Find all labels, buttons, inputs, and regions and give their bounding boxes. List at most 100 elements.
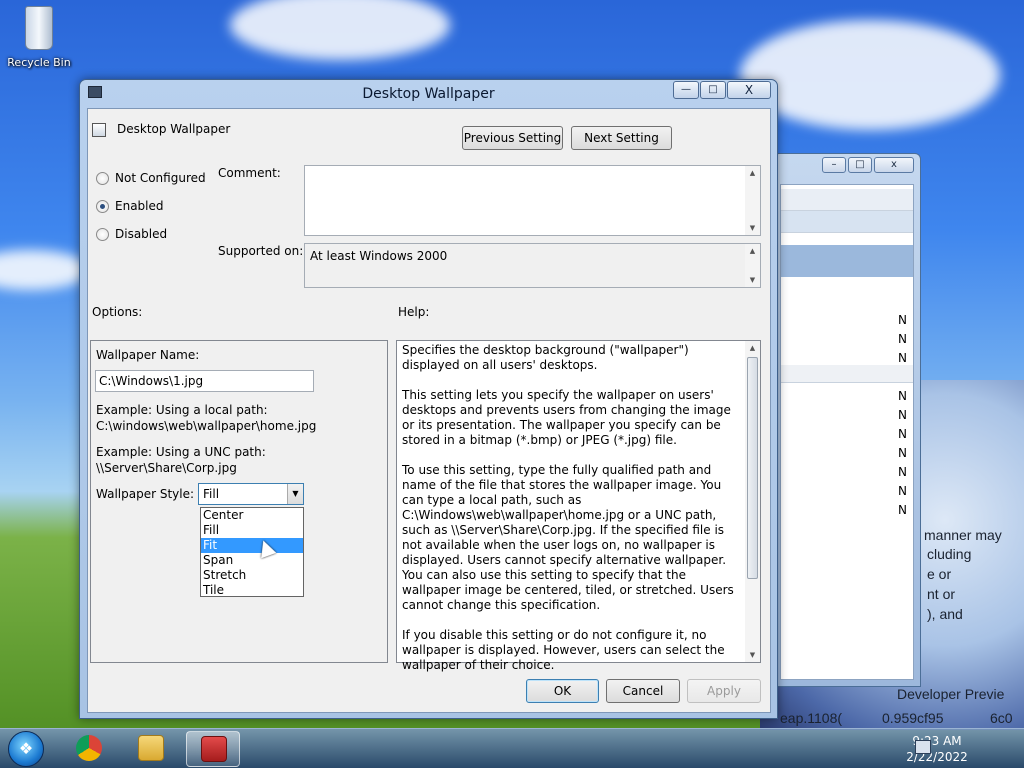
list-cell[interactable]: N	[898, 427, 907, 441]
radio-disabled[interactable]: Disabled	[96, 227, 167, 241]
scroll-down-arrow-icon[interactable]: ▼	[745, 273, 760, 287]
help-pane: Specifies the desktop background ("wallp…	[396, 340, 761, 672]
apply-button[interactable]: Apply	[687, 679, 761, 703]
folder-icon	[138, 735, 164, 761]
radio-not-configured-label: Not Configured	[115, 171, 206, 185]
supported-on-label: Supported on:	[218, 244, 304, 258]
ok-button[interactable]: OK	[526, 679, 599, 703]
comment-label: Comment:	[218, 166, 281, 180]
comment-textarea[interactable]: ▲ ▼	[304, 165, 761, 236]
wallpaper-name-value[interactable]: C:\Windows\1.jpg	[99, 374, 203, 388]
sky-cloud	[230, 0, 450, 60]
help-paragraph: If you disable this setting or do not co…	[402, 628, 725, 672]
minimize-button[interactable]: —	[673, 81, 699, 99]
taskbar-explorer-button[interactable]	[124, 731, 178, 767]
background-selected-row[interactable]	[781, 245, 913, 277]
list-cell[interactable]: N	[898, 503, 907, 517]
radio-not-configured[interactable]: Not Configured	[96, 171, 206, 185]
clock-date: 2/22/2022	[906, 750, 968, 764]
list-cell[interactable]: N	[898, 465, 907, 479]
wallpaper-text: Developer Previe	[897, 686, 1005, 702]
list-cell[interactable]: N	[898, 446, 907, 460]
list-cell[interactable]: N	[898, 313, 907, 327]
scrollbar-thumb[interactable]	[747, 357, 758, 579]
system-clock[interactable]: 9:23 AM 2/22/2022	[902, 733, 972, 765]
list-cell[interactable]: N	[898, 484, 907, 498]
close-button[interactable]: X	[727, 81, 771, 99]
style-option-span[interactable]: Span	[201, 553, 303, 568]
list-cell[interactable]: N	[898, 351, 907, 365]
background-window[interactable]: – □ x N N N N N N N N N N	[773, 153, 921, 687]
background-minimize-button[interactable]: –	[822, 157, 846, 173]
previous-setting-button[interactable]: Previous Setting	[462, 126, 563, 150]
scroll-down-arrow-icon[interactable]: ▼	[745, 648, 760, 662]
recycle-bin-label: Recycle Bin	[7, 56, 71, 69]
radio-disabled-label: Disabled	[115, 227, 168, 241]
background-window-content: N N N N N N N N N N	[780, 184, 914, 680]
next-setting-button[interactable]: Next Setting	[571, 126, 672, 150]
background-group-row	[781, 365, 913, 383]
options-label: Options:	[92, 305, 143, 319]
sky-cloud	[740, 20, 1000, 130]
wallpaper-text: manner may	[924, 527, 1002, 543]
style-option-fit[interactable]: Fit	[201, 538, 303, 553]
toolbox-icon	[201, 736, 227, 762]
background-close-button[interactable]: x	[874, 157, 914, 173]
maximize-button[interactable]: □	[700, 81, 726, 99]
taskbar-chrome-button[interactable]	[62, 731, 116, 767]
list-cell[interactable]: N	[898, 332, 907, 346]
supported-on-value: At least Windows 2000	[310, 249, 448, 263]
list-cell[interactable]: N	[898, 389, 907, 403]
wallpaper-name-label: Wallpaper Name:	[96, 348, 200, 362]
wallpaper-style-dropdown[interactable]: Center Fill Fit Span Stretch Tile	[200, 507, 304, 597]
radio-enabled-label: Enabled	[115, 199, 164, 213]
help-scrollbar[interactable]: ▲ ▼	[745, 341, 760, 662]
example-unc-label: Example: Using a UNC path:	[96, 445, 266, 459]
scroll-up-arrow-icon[interactable]: ▲	[745, 341, 760, 355]
help-paragraph: This setting lets you specify the wallpa…	[402, 388, 731, 447]
policy-setting-icon	[92, 123, 106, 137]
taskbar: ❖ 9:23 AM 2/22/2022	[0, 728, 1024, 768]
help-paragraph: Specifies the desktop background ("wallp…	[402, 343, 689, 372]
example-local-label: Example: Using a local path:	[96, 403, 268, 417]
start-button[interactable]: ❖	[8, 731, 44, 767]
radio-disabled-indicator[interactable]	[96, 227, 109, 241]
help-paragraph: To use this setting, type the fully qual…	[402, 463, 734, 612]
style-option-stretch[interactable]: Stretch	[201, 568, 303, 583]
clock-time: 9:23 AM	[912, 734, 962, 748]
dialog-body: Desktop Wallpaper Previous Setting Next …	[87, 108, 771, 713]
network-icon[interactable]	[915, 740, 931, 754]
scroll-up-arrow-icon[interactable]: ▲	[745, 244, 760, 258]
title-bar[interactable]: Desktop Wallpaper — □ X	[80, 80, 777, 108]
comment-scrollbar[interactable]: ▲ ▼	[745, 166, 760, 235]
style-option-center[interactable]: Center	[201, 508, 303, 523]
recycle-bin-icon	[25, 6, 53, 50]
background-header	[781, 211, 913, 233]
radio-not-configured-indicator[interactable]	[96, 171, 109, 185]
example-local-path: C:\windows\web\wallpaper\home.jpg	[96, 419, 317, 433]
wallpaper-text: nt or	[927, 586, 956, 602]
cancel-button[interactable]: Cancel	[606, 679, 680, 703]
desktop-wallpaper-dialog[interactable]: Desktop Wallpaper — □ X Desktop Wallpape…	[79, 79, 778, 719]
radio-enabled-indicator[interactable]	[96, 199, 109, 213]
style-option-fill[interactable]: Fill	[201, 523, 303, 538]
setting-name: Desktop Wallpaper	[117, 122, 231, 136]
wallpaper-name-input[interactable]: C:\Windows\1.jpg	[95, 370, 314, 392]
taskbar-policy-editor-button[interactable]	[186, 731, 240, 767]
recycle-bin-desktop-icon[interactable]: Recycle Bin	[4, 4, 74, 69]
radio-enabled[interactable]: Enabled	[96, 199, 164, 213]
wallpaper-style-combobox[interactable]: Fill ▼	[198, 483, 304, 505]
chevron-down-icon[interactable]: ▼	[287, 484, 303, 504]
wallpaper-style-value[interactable]: Fill	[203, 487, 219, 501]
list-cell[interactable]: N	[898, 408, 907, 422]
chrome-icon	[76, 735, 102, 761]
background-maximize-button[interactable]: □	[848, 157, 872, 173]
wallpaper-text: eap.1108(	[780, 710, 843, 726]
help-label: Help:	[398, 305, 430, 319]
wallpaper-style-label: Wallpaper Style:	[96, 487, 195, 501]
supported-on-field: At least Windows 2000 ▲ ▼	[304, 243, 761, 288]
style-option-tile[interactable]: Tile	[201, 583, 303, 598]
scroll-down-arrow-icon[interactable]: ▼	[745, 221, 760, 235]
supported-scrollbar[interactable]: ▲ ▼	[745, 244, 760, 287]
scroll-up-arrow-icon[interactable]: ▲	[745, 166, 760, 180]
